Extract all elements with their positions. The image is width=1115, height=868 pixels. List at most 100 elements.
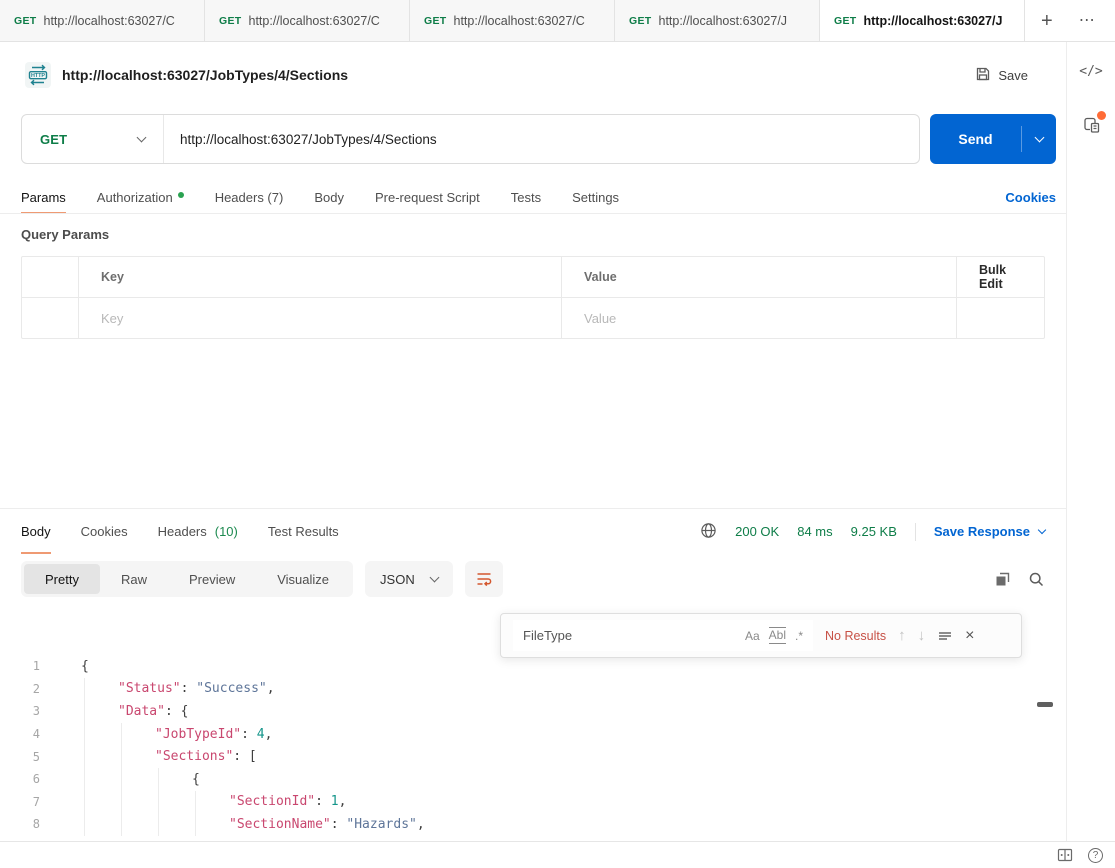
method-selector[interactable]: GET: [22, 115, 164, 163]
response-tab-cookies[interactable]: Cookies: [81, 509, 128, 554]
find-input[interactable]: [523, 628, 736, 643]
view-preview[interactable]: Preview: [168, 564, 256, 594]
request-header: HTTP http://localhost:63027/JobTypes/4/S…: [0, 42, 1066, 108]
save-label: Save: [998, 68, 1028, 83]
notification-dot: [1097, 111, 1106, 120]
find-in-lines-button[interactable]: [937, 628, 953, 644]
format-selector[interactable]: JSON: [365, 561, 453, 597]
headers-count-badge: (10): [215, 524, 238, 539]
request-tab-1[interactable]: GET http://localhost:63027/C: [0, 0, 205, 41]
authorization-set-dot: [178, 192, 184, 198]
find-results-status: No Results: [825, 629, 886, 643]
regex-toggle[interactable]: .*: [795, 629, 803, 643]
tab-url-label: http://localhost:63027/J: [659, 14, 806, 28]
param-value-input[interactable]: [584, 311, 942, 326]
tab-url-label: http://localhost:63027/C: [454, 14, 601, 28]
value-cell: [562, 298, 957, 338]
tab-settings-label: Settings: [572, 190, 619, 205]
find-next-button[interactable]: ↓: [918, 628, 926, 643]
save-button[interactable]: Save: [975, 66, 1028, 85]
test-results-label: Test Results: [268, 524, 339, 539]
workspace-tab-bar: GET http://localhost:63027/C GET http://…: [0, 0, 1115, 42]
param-key-input[interactable]: [101, 311, 547, 326]
code-line: 1{: [0, 655, 1035, 678]
save-icon: [975, 66, 991, 85]
cookies-link[interactable]: Cookies: [1005, 190, 1056, 205]
tab-params[interactable]: Params: [21, 181, 66, 214]
svg-text:HTTP: HTTP: [31, 73, 45, 79]
response-time-badge[interactable]: 84 ms: [797, 524, 832, 539]
tab-tests-label: Tests: [511, 190, 541, 205]
response-tab-headers[interactable]: Headers (10): [158, 509, 238, 554]
response-size-badge[interactable]: 9.25 KB: [851, 524, 897, 539]
tab-method-label: GET: [424, 15, 447, 27]
copy-response-button[interactable]: [994, 571, 1011, 588]
tab-tests[interactable]: Tests: [511, 181, 541, 214]
new-tab-button[interactable]: +: [1041, 11, 1053, 31]
view-visualize[interactable]: Visualize: [256, 564, 350, 594]
tab-url-label: http://localhost:63027/C: [249, 14, 396, 28]
response-tab-body[interactable]: Body: [21, 509, 51, 554]
match-case-toggle[interactable]: Aa: [745, 629, 760, 643]
tab-headers[interactable]: Headers (7): [215, 181, 284, 214]
method-label: GET: [40, 132, 67, 147]
value-column-header: Value: [562, 257, 957, 297]
response-meta: 200 OK 84 ms 9.25 KB Save Response: [700, 522, 1045, 542]
send-options-button[interactable]: [1022, 137, 1056, 141]
code-line: 5"Sections": [: [0, 745, 1035, 768]
view-raw[interactable]: Raw: [100, 564, 168, 594]
request-title: http://localhost:63027/JobTypes/4/Sectio…: [62, 67, 348, 83]
status-code-badge[interactable]: 200 OK: [735, 524, 779, 539]
tab-settings[interactable]: Settings: [572, 181, 619, 214]
tab-params-label: Params: [21, 190, 66, 205]
comments-icon[interactable]: [1082, 115, 1101, 139]
code-line: 6{: [0, 768, 1035, 791]
find-overlay: Aa Abl .* No Results ↑ ↓ ×: [500, 613, 1022, 658]
code-line: 7"SectionId": 1,: [0, 791, 1035, 814]
tab-bar-actions: + ⋯: [1025, 0, 1096, 41]
response-tab-test-results[interactable]: Test Results: [268, 509, 339, 554]
row-select-column: [22, 298, 79, 338]
tab-prerequest-script[interactable]: Pre-request Script: [375, 181, 480, 214]
query-params-heading: Query Params: [21, 227, 109, 242]
url-input[interactable]: [164, 115, 919, 163]
request-tab-3[interactable]: GET http://localhost:63027/C: [410, 0, 615, 41]
bulk-edit-button[interactable]: Bulk Edit: [957, 257, 1044, 297]
response-tools: [994, 571, 1045, 588]
wrap-lines-button[interactable]: [465, 561, 503, 597]
key-column-header: Key: [79, 257, 562, 297]
save-response-label: Save Response: [934, 524, 1030, 539]
request-tab-2[interactable]: GET http://localhost:63027/C: [205, 0, 410, 41]
response-body-label: Body: [21, 524, 51, 539]
key-cell: [79, 298, 562, 338]
close-find-icon[interactable]: ×: [965, 628, 974, 644]
code-lines: 1{2"Status": "Success",3"Data": {4"JobTy…: [0, 655, 1035, 836]
section-divider: [0, 213, 1066, 214]
send-button[interactable]: Send: [930, 114, 1056, 164]
tab-body[interactable]: Body: [314, 181, 344, 214]
search-response-button[interactable]: [1028, 571, 1045, 588]
query-params-table: Key Value Bulk Edit: [21, 256, 1045, 339]
chevron-down-icon: [1034, 133, 1044, 143]
find-previous-button[interactable]: ↑: [898, 628, 906, 643]
tab-url-label: http://localhost:63027/J: [864, 14, 1011, 28]
whole-word-toggle[interactable]: Abl: [769, 627, 786, 643]
network-globe-icon[interactable]: [700, 522, 717, 542]
response-headers-label: Headers: [158, 524, 207, 539]
request-tab-5-active[interactable]: GET http://localhost:63027/J: [820, 0, 1025, 41]
bottom-panel-icon[interactable]: [1057, 848, 1073, 862]
help-icon[interactable]: ?: [1088, 848, 1103, 863]
tab-authorization[interactable]: Authorization: [97, 181, 184, 214]
save-response-button[interactable]: Save Response: [934, 524, 1045, 539]
tab-method-label: GET: [629, 15, 652, 27]
view-pretty[interactable]: Pretty: [24, 564, 100, 594]
request-tab-4[interactable]: GET http://localhost:63027/J: [615, 0, 820, 41]
tab-options-button[interactable]: ⋯: [1079, 13, 1096, 29]
chevron-down-icon: [1038, 526, 1046, 534]
code-line: 8"SectionName": "Hazards",: [0, 813, 1035, 836]
code-snippet-icon[interactable]: </>: [1079, 64, 1102, 79]
code-line: 4"JobTypeId": 4,: [0, 723, 1035, 746]
request-tabs: Params Authorization Headers (7) Body Pr…: [21, 181, 1056, 214]
scrollbar-thumb[interactable]: [1037, 702, 1053, 707]
response-body-code: 1{2"Status": "Success",3"Data": {4"JobTy…: [0, 655, 1035, 841]
